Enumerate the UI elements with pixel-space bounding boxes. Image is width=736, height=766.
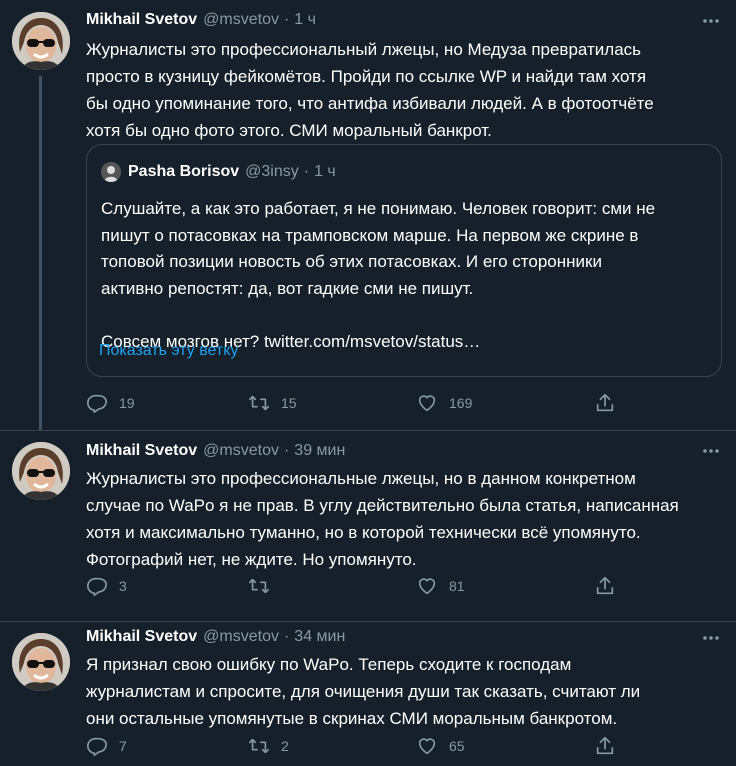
retweet-count: 15 <box>281 395 297 411</box>
quoted-tweet[interactable]: Pasha Borisov @3insy · 1 ч Слушайте, а к… <box>86 144 722 377</box>
quoted-text-line: топовой позиции новость об этих потасовк… <box>101 252 602 271</box>
share-button[interactable] <box>594 391 616 415</box>
avatar[interactable] <box>12 442 70 500</box>
tweet-text-line: они остальные упомянутые в скринах СМИ м… <box>86 709 618 728</box>
more-options-icon[interactable] <box>700 440 722 462</box>
like-count: 169 <box>449 395 473 411</box>
tweet-header: Mikhail Svetov @msvetov · 1 ч <box>86 9 316 31</box>
separator-dot: · <box>283 442 290 459</box>
show-thread-link[interactable]: Показать эту ветку <box>99 342 238 360</box>
reply-count: 19 <box>119 395 135 411</box>
tweet-text-line: журналистам и спросите, для очищения душ… <box>86 682 641 701</box>
quoted-text-line: Слушайте, а как это работает, я не поним… <box>101 199 656 218</box>
quoted-avatar <box>101 162 121 182</box>
retweet-button[interactable]: 15 <box>248 391 297 415</box>
share-icon <box>596 576 614 595</box>
tweet-header: Mikhail Svetov @msvetov · 39 мин <box>86 440 345 462</box>
heart-icon <box>418 738 436 755</box>
author-handle[interactable]: @msvetov <box>203 442 279 460</box>
tweet-text-line: случае по WaPo я не прав. В углу действи… <box>86 496 679 515</box>
quoted-text-line <box>101 302 711 329</box>
like-count: 81 <box>449 578 465 594</box>
heart-icon <box>418 578 436 595</box>
tweet-text-line: бы одно упоминание того, что антифа изби… <box>86 94 654 113</box>
tweet-text-line: Журналисты это профессиональные лжецы, н… <box>86 469 636 488</box>
author-handle[interactable]: @msvetov <box>203 11 279 29</box>
tweet-time[interactable]: 39 мин <box>294 442 345 460</box>
quoted-tweet-text: Слушайте, а как это работает, я не поним… <box>101 196 711 355</box>
retweet-button[interactable] <box>248 574 281 598</box>
retweet-count: 2 <box>281 738 289 754</box>
share-button[interactable] <box>594 574 616 598</box>
tweet-text: Журналисты это профессиональный лжецы, н… <box>86 36 722 144</box>
reply-icon <box>87 394 107 413</box>
avatar[interactable] <box>12 12 70 70</box>
tweet-actions: 7 2 65 <box>86 734 626 758</box>
tweet-text-line: хотя бы одно фото этого. СМИ моральный б… <box>86 121 492 140</box>
tweet-3[interactable]: Mikhail Svetov @msvetov · 34 мин Я призн… <box>0 622 736 766</box>
quoted-tweet-time: 1 ч <box>314 163 336 180</box>
separator-dot: · <box>283 11 290 28</box>
share-icon <box>596 736 614 755</box>
retweet-button[interactable]: 2 <box>248 734 289 758</box>
author-name[interactable]: Mikhail Svetov <box>86 11 197 29</box>
quoted-text-line: пишут о потасовках на трамповском марше.… <box>101 225 639 245</box>
author-name[interactable]: Mikhail Svetov <box>86 442 197 460</box>
tweet-text: Журналисты это профессиональные лжецы, н… <box>86 465 722 573</box>
tweet-text-line: хотя и максимально туманно, но в которой… <box>86 523 641 542</box>
tweet-actions: 3 81 <box>86 574 626 598</box>
reply-button[interactable]: 7 <box>86 734 127 758</box>
tweet-text-line: Я признал свою ошибку по WaPo. Теперь сх… <box>86 655 572 674</box>
retweet-icon <box>249 395 269 411</box>
tweet-text-line: Журналисты это профессиональный лжецы, н… <box>86 40 642 59</box>
more-options-icon[interactable] <box>700 10 722 32</box>
like-button[interactable]: 65 <box>416 734 465 758</box>
quoted-tweet-header: Pasha Borisov @3insy · 1 ч <box>101 161 336 183</box>
avatar[interactable] <box>12 633 70 691</box>
tweet-header: Mikhail Svetov @msvetov · 34 мин <box>86 626 345 648</box>
reply-button[interactable]: 19 <box>86 391 135 415</box>
tweet-time[interactable]: 1 ч <box>294 11 316 29</box>
like-button[interactable]: 81 <box>416 574 465 598</box>
thread-line <box>39 76 42 430</box>
reply-icon <box>87 737 107 756</box>
retweet-icon <box>249 738 269 754</box>
retweet-icon <box>249 578 269 594</box>
tweet-2[interactable]: Mikhail Svetov @msvetov · 39 мин Журнали… <box>0 431 736 621</box>
quoted-author-name: Pasha Borisov <box>128 163 240 180</box>
share-icon <box>596 393 614 412</box>
tweet-text: Я признал свою ошибку по WaPo. Теперь сх… <box>86 651 722 732</box>
author-handle[interactable]: @msvetov <box>203 628 279 646</box>
tweet-time[interactable]: 34 мин <box>294 628 345 646</box>
reply-icon <box>87 577 107 596</box>
separator-dot: · <box>303 163 310 180</box>
tweet-text-line: Фотографий нет, не ждите. Но упомянуто. <box>86 550 417 569</box>
reply-count: 7 <box>119 738 127 754</box>
tweet-actions: 19 15 169 <box>86 391 626 415</box>
like-button[interactable]: 169 <box>416 391 472 415</box>
author-name[interactable]: Mikhail Svetov <box>86 628 197 646</box>
share-button[interactable] <box>594 734 616 758</box>
like-count: 65 <box>449 738 465 754</box>
tweet-text-line: просто в кузницу фейкомётов. Пройди по с… <box>86 67 647 86</box>
heart-icon <box>418 395 436 412</box>
reply-button[interactable]: 3 <box>86 574 127 598</box>
reply-count: 3 <box>119 578 127 594</box>
separator-dot: · <box>283 628 290 645</box>
quoted-text-line: активно репостят: да, вот гадкие сми не … <box>101 278 474 298</box>
tweet-1[interactable]: Mikhail Svetov @msvetov · 1 ч Журналисты… <box>0 0 736 430</box>
more-options-icon[interactable] <box>700 627 722 649</box>
quoted-author-handle: @3insy <box>245 163 299 180</box>
